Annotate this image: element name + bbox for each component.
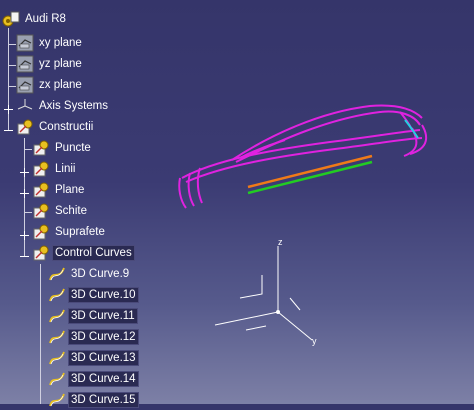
tree-item[interactable]: xy plane bbox=[16, 33, 84, 53]
tree-item-label: Schite bbox=[55, 205, 87, 217]
tree-item-label: 3D Curve.9 bbox=[71, 268, 130, 280]
tree-item[interactable]: Linii bbox=[32, 159, 77, 179]
tree-expander-plus-icon[interactable] bbox=[20, 185, 29, 198]
geometrical-set-icon bbox=[33, 161, 49, 177]
geometrical-set-icon bbox=[33, 203, 49, 219]
tree-expander-plus-icon[interactable] bbox=[20, 227, 29, 240]
geometrical-set-icon bbox=[33, 224, 49, 240]
tree-expander-minus-icon[interactable] bbox=[4, 122, 13, 131]
tree-item-label: 3D Curve.14 bbox=[68, 371, 139, 387]
tree-expander-plus-icon[interactable] bbox=[4, 101, 13, 114]
tree-item-label: 3D Curve.15 bbox=[68, 392, 139, 408]
tree-item[interactable]: 3D Curve.11 bbox=[48, 306, 138, 326]
tree-item-label: Constructii bbox=[39, 121, 94, 133]
3d-curve-icon bbox=[49, 351, 65, 365]
tree-item[interactable]: Axis Systems bbox=[16, 96, 110, 116]
tree-item[interactable]: Plane bbox=[32, 180, 86, 200]
tree-item-label: 3D Curve.13 bbox=[68, 350, 139, 366]
tree-item[interactable]: Control Curves bbox=[32, 243, 135, 263]
part-icon bbox=[2, 11, 20, 27]
tree-connector bbox=[40, 264, 41, 404]
tree-item[interactable]: Suprafete bbox=[32, 222, 107, 242]
tree-item-label: Control Curves bbox=[52, 245, 135, 261]
3d-curve-icon bbox=[49, 393, 65, 407]
3d-curve-icon bbox=[49, 372, 65, 386]
geometrical-set-icon bbox=[17, 119, 33, 135]
tree-item-label: Plane bbox=[55, 184, 85, 196]
tree-item-label: zx plane bbox=[39, 79, 82, 91]
tree-connector bbox=[8, 65, 16, 66]
tree-item-label: xy plane bbox=[39, 37, 82, 49]
geometrical-set-icon bbox=[33, 182, 49, 198]
tree-item-label: Linii bbox=[55, 163, 76, 175]
tree-root[interactable]: Audi R8 bbox=[2, 9, 68, 29]
tree-item[interactable]: yz plane bbox=[16, 54, 84, 74]
tree-item[interactable]: 3D Curve.13 bbox=[48, 348, 139, 368]
tree-item-label: 3D Curve.11 bbox=[68, 308, 138, 324]
tree-connector bbox=[24, 149, 32, 150]
tree-connector bbox=[24, 212, 32, 213]
tree-item-label: Puncte bbox=[55, 142, 91, 154]
plane-icon bbox=[16, 55, 34, 73]
tree-item[interactable]: 3D Curve.9 bbox=[48, 264, 131, 284]
tree-item[interactable]: zx plane bbox=[16, 75, 84, 95]
plane-icon bbox=[16, 76, 34, 94]
tree-item-label: yz plane bbox=[39, 58, 82, 70]
tree-item-label: 3D Curve.12 bbox=[68, 329, 139, 345]
tree-item-label: 3D Curve.10 bbox=[68, 287, 139, 303]
3d-curve-icon bbox=[49, 288, 65, 302]
geometrical-set-icon bbox=[33, 140, 49, 156]
tree-connector bbox=[8, 44, 16, 45]
tree-item[interactable]: 3D Curve.10 bbox=[48, 285, 139, 305]
tree-connector bbox=[8, 86, 16, 87]
tree-item[interactable]: 3D Curve.15 bbox=[48, 390, 139, 410]
tree-item[interactable]: Constructii bbox=[16, 117, 95, 137]
plane-icon bbox=[16, 34, 34, 52]
3d-curve-icon bbox=[49, 330, 65, 344]
specification-tree: Audi R8 xy plane yz plane zx plane Axis Sys… bbox=[0, 0, 474, 408]
tree-item-label: Suprafete bbox=[55, 226, 105, 238]
tree-expander-minus-icon[interactable] bbox=[20, 248, 29, 257]
tree-root-label: Audi R8 bbox=[25, 13, 66, 25]
3d-curve-icon bbox=[49, 309, 65, 323]
geometrical-set-icon bbox=[33, 245, 49, 261]
3d-curve-icon bbox=[49, 267, 65, 281]
tree-item[interactable]: 3D Curve.12 bbox=[48, 327, 139, 347]
tree-item[interactable]: Puncte bbox=[32, 138, 93, 158]
tree-item[interactable]: Schite bbox=[32, 201, 89, 221]
tree-item[interactable]: 3D Curve.14 bbox=[48, 369, 139, 389]
tree-expander-plus-icon[interactable] bbox=[20, 164, 29, 177]
tree-item-label: Axis Systems bbox=[39, 100, 109, 112]
axis-system-icon bbox=[17, 99, 33, 110]
